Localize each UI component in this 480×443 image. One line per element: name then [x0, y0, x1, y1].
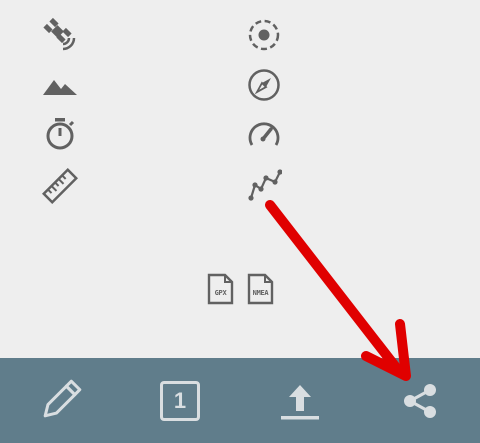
nmea-file-button[interactable]: NMEA	[245, 273, 276, 305]
share-icon	[404, 383, 436, 418]
nmea-label: NMEA	[252, 289, 269, 297]
pencil-icon	[43, 379, 82, 417]
track-count-label: 1	[173, 387, 187, 413]
speedometer-icon	[248, 122, 280, 146]
mountain-icon	[43, 80, 77, 95]
track-count-button[interactable]: 1	[120, 358, 240, 443]
gps-fix-icon	[248, 19, 280, 51]
track-chart-icon	[248, 169, 282, 201]
gpx-file-button[interactable]: GPX	[205, 273, 236, 305]
bottom-toolbar: 1	[0, 358, 480, 443]
track-stats-panel: GPX NMEA	[0, 0, 480, 358]
compass-icon	[248, 69, 280, 101]
share-button[interactable]	[360, 358, 480, 443]
satellite-icon	[43, 17, 76, 51]
track-count-badge: 1	[160, 380, 200, 421]
stopwatch-icon	[46, 118, 75, 150]
export-formats: GPX NMEA	[205, 273, 277, 307]
ruler-icon	[42, 168, 78, 204]
upload-icon	[281, 384, 319, 419]
upload-button[interactable]	[240, 358, 360, 443]
edit-button[interactable]	[0, 358, 120, 443]
gpx-label: GPX	[214, 289, 227, 297]
